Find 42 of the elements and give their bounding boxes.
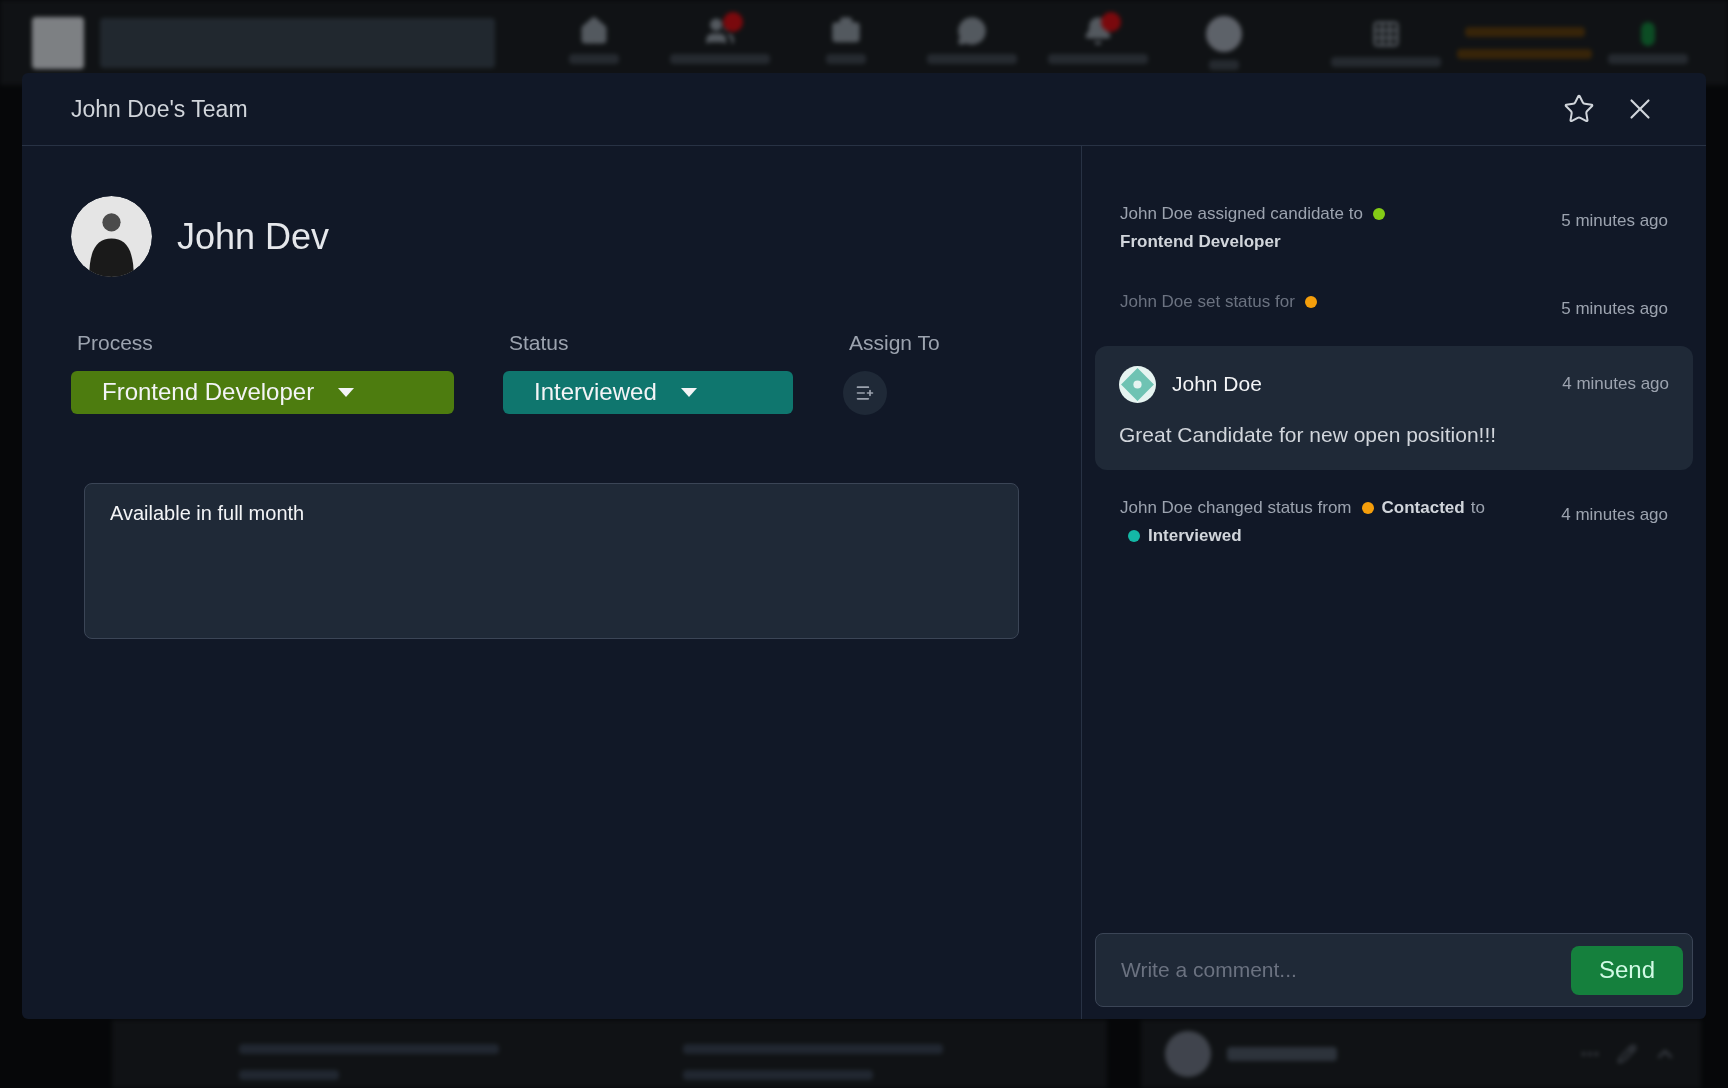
dropdown-button[interactable]: Interviewed bbox=[503, 370, 793, 414]
avatar-icon bbox=[1165, 1031, 1211, 1077]
comment-field[interactable]: Write a comment... Send bbox=[1095, 933, 1693, 1007]
caret-icon bbox=[338, 387, 355, 397]
activity-text: to bbox=[1470, 498, 1485, 517]
nav-icon[interactable] bbox=[579, 15, 609, 46]
activity-target: Interviewed bbox=[1148, 526, 1242, 545]
send-button[interactable]: Send bbox=[1571, 945, 1683, 995]
blurred-text bbox=[569, 53, 619, 64]
field-label: Process bbox=[77, 330, 154, 356]
star-icon[interactable] bbox=[1563, 93, 1595, 125]
dropdown-button[interactable]: Frontend Developer bbox=[71, 370, 454, 414]
leaf-icon bbox=[1641, 21, 1655, 46]
notification-badge bbox=[723, 11, 743, 32]
nav-icon[interactable] bbox=[957, 15, 987, 46]
activity-text: John Doe changed status from bbox=[1120, 498, 1352, 517]
blurred-text bbox=[826, 53, 866, 64]
timestamp: 5 minutes ago bbox=[1561, 298, 1668, 320]
logo[interactable] bbox=[32, 16, 84, 69]
caret-icon bbox=[680, 387, 697, 397]
comment-author: John Doe bbox=[1172, 371, 1263, 398]
blurred-text bbox=[1209, 59, 1239, 70]
timestamp: 4 minutes ago bbox=[1562, 373, 1669, 396]
candidate-name: John Dev bbox=[177, 214, 330, 259]
modal-title: John Doe's Team bbox=[71, 94, 249, 124]
activity-text: John Doe assigned candidate to bbox=[1120, 204, 1363, 223]
nav-icon[interactable] bbox=[1083, 15, 1113, 46]
notification-badge bbox=[1101, 11, 1121, 32]
field-label: Status bbox=[509, 330, 570, 356]
timestamp: 4 minutes ago bbox=[1561, 504, 1668, 526]
search-field[interactable] bbox=[100, 17, 495, 68]
activity-target: Contacted bbox=[1381, 498, 1465, 517]
comment-input[interactable]: Write a comment... bbox=[1121, 954, 1571, 986]
avatar-icon bbox=[1119, 365, 1156, 403]
activity-text: John Doe set status for bbox=[1120, 292, 1295, 311]
comment-text: Great Candidate for new open position!!! bbox=[1119, 421, 1498, 448]
field-label: Assign To bbox=[849, 330, 941, 356]
avatar-icon[interactable] bbox=[1206, 15, 1242, 52]
activity-target: Frontend Developer bbox=[1120, 232, 1281, 251]
assign-button[interactable] bbox=[843, 370, 887, 415]
timestamp: 5 minutes ago bbox=[1561, 210, 1668, 232]
note-field[interactable]: Available in full month bbox=[84, 482, 1019, 639]
